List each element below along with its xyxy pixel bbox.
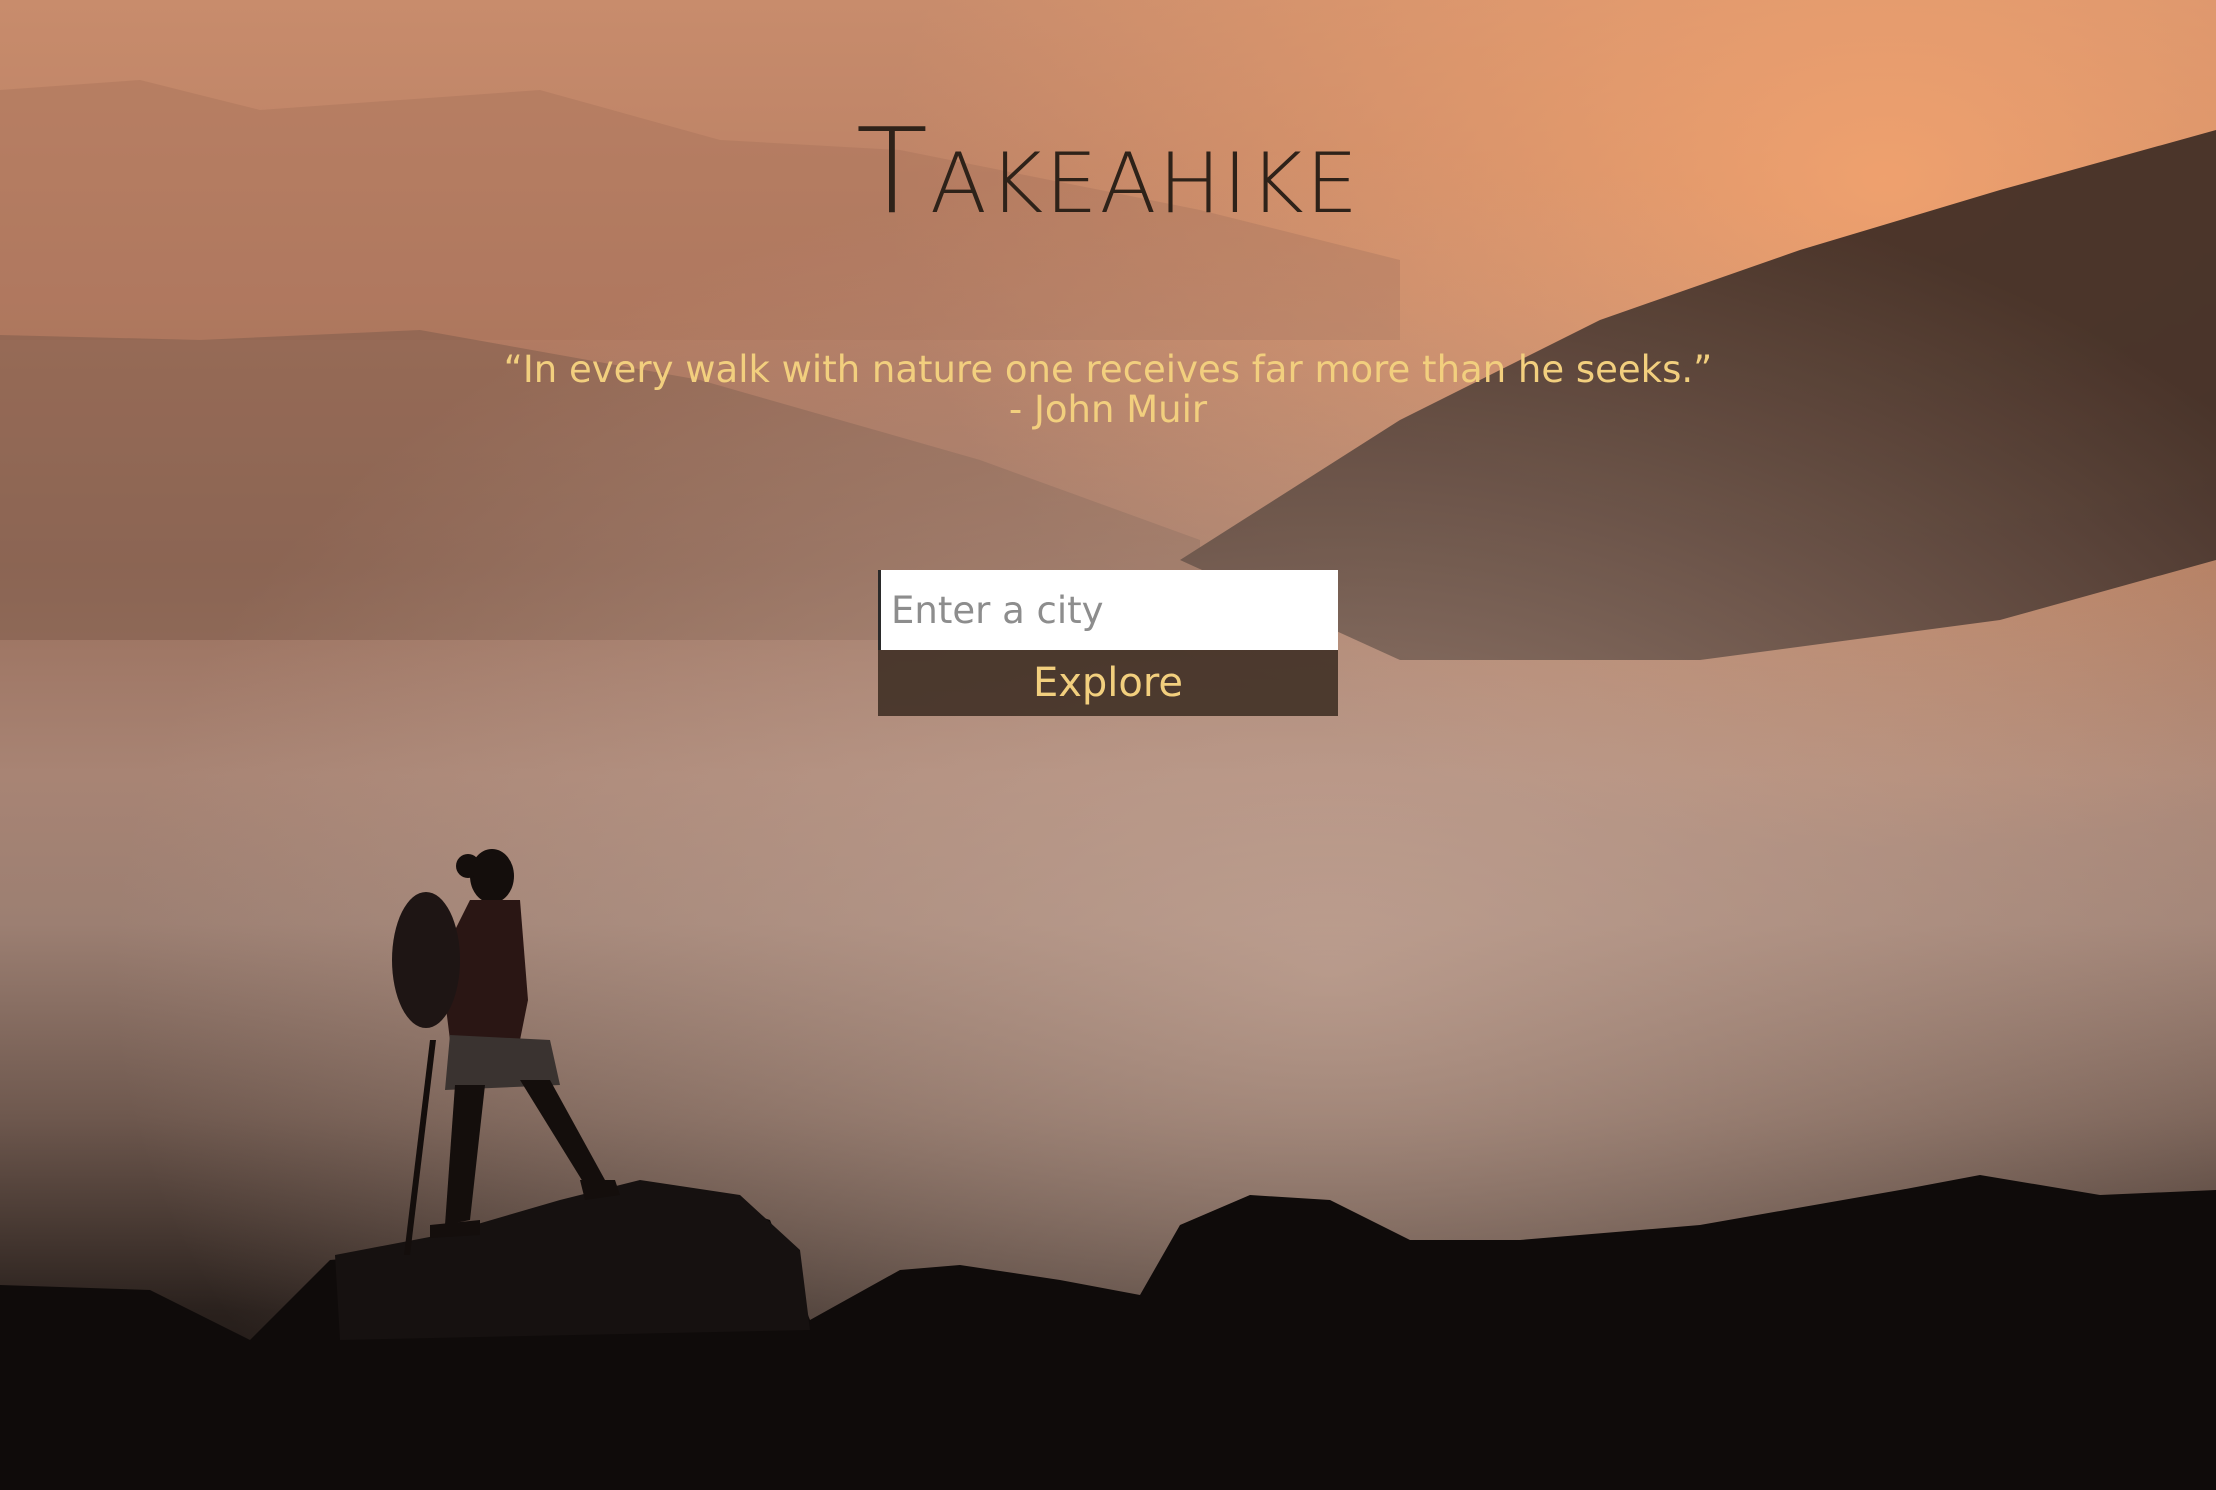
app-title: Takeahike [855, 102, 1361, 240]
quote-author: - John Muir [1008, 388, 1208, 431]
city-search-form: Explore [878, 570, 1338, 716]
explore-button[interactable]: Explore [878, 650, 1338, 716]
city-input[interactable] [878, 570, 1338, 650]
quote-text: “In every walk with nature one receives … [503, 348, 1713, 391]
quote-block: “In every walk with nature one receives … [0, 350, 2216, 430]
